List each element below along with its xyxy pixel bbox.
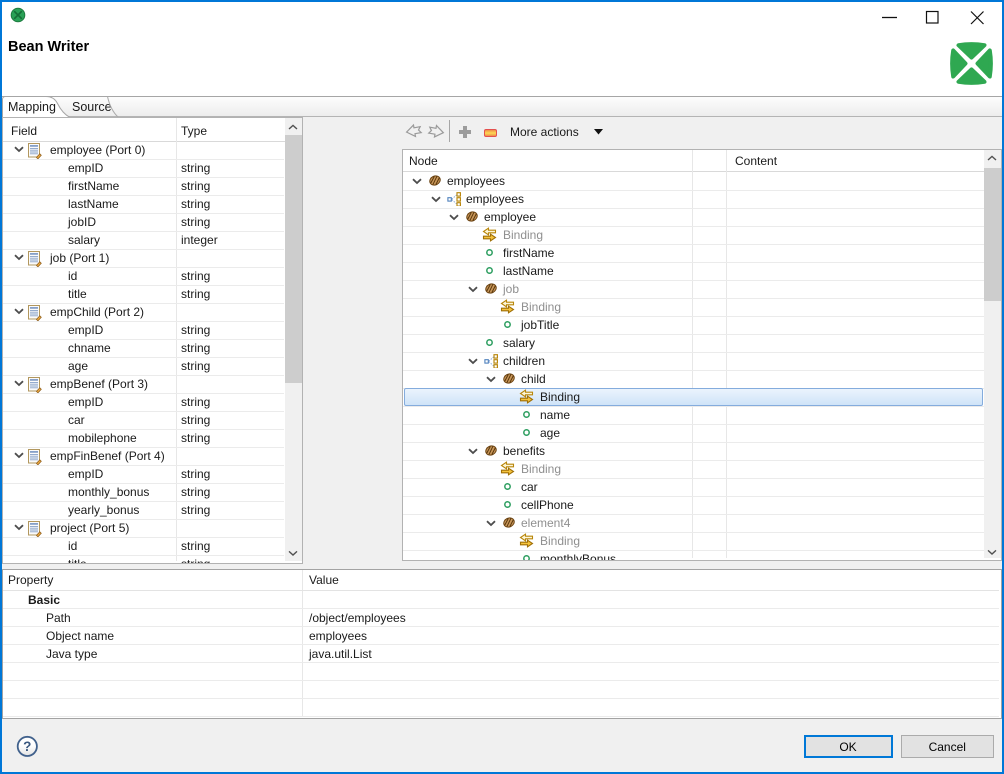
svg-text:?: ? — [23, 739, 31, 754]
